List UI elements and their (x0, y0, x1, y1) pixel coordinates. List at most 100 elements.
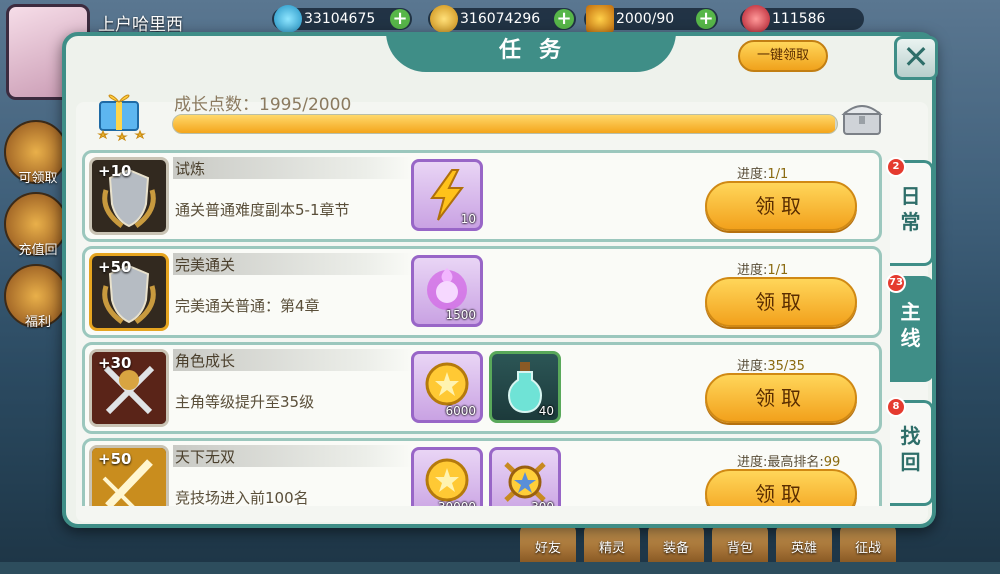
reward-count: 300 (531, 500, 554, 506)
gold-coin-icon (430, 5, 458, 33)
claim-button[interactable]: 领取 (705, 277, 857, 327)
progress-value: 1/1 (767, 263, 789, 278)
gold-value: 316074296 (460, 11, 541, 27)
recharge-button[interactable]: 充值回 (4, 192, 68, 258)
task-row: +50 天下无双 竞技场进入前100名 30000 300 进度:最高排名:99… (82, 438, 882, 506)
golden-sword-icon: +50 (89, 445, 169, 506)
gift-box-icon (97, 94, 146, 142)
energy-counter: 2000/90 + (584, 5, 718, 33)
reward-item[interactable]: 40 (489, 351, 561, 423)
add-gold-button[interactable]: + (554, 9, 574, 29)
dialog-title: 任务 (498, 38, 579, 63)
growth-value: 1995/2000 (259, 95, 352, 115)
task-description: 竞技场进入前100名 (175, 489, 309, 506)
growth-progress-fill (173, 115, 836, 133)
shield-emblem-icon: +50 (89, 253, 169, 331)
diamond-value: 33104675 (304, 11, 376, 27)
task-name: 天下无双 (175, 448, 236, 466)
gold-coin-icon (425, 458, 469, 502)
growth-label: 成长点数： (174, 95, 259, 115)
ruby-icon (742, 5, 770, 33)
reward-count: 6000 (445, 404, 476, 418)
claimable-label: 可领取 (18, 171, 58, 186)
reward-item[interactable]: 1500 (411, 255, 483, 327)
reward-item[interactable]: 300 (489, 447, 561, 506)
growth-points: 成长点数：1995/2000 (174, 90, 351, 115)
add-diamond-button[interactable]: + (390, 9, 410, 29)
heroes-button[interactable]: 英雄 (776, 524, 832, 562)
gem-counter: 111586 (740, 5, 864, 33)
reward-count: 30000 (438, 500, 476, 506)
gold-counter: 316074296 + (428, 5, 576, 33)
progress-value: 99 (823, 455, 841, 470)
task-progress: 进度:1/1 (737, 163, 788, 182)
task-points: +50 (98, 258, 132, 276)
tab-daily-label: 日常 (900, 184, 921, 234)
task-description: 通关普通难度副本5-1章节 (175, 201, 350, 219)
arena-medal-icon (504, 462, 546, 502)
task-dialog: 任务 一键领取 ✕ 成长点数：1995/2000 2 日常 73 主线 8 找回… (62, 32, 938, 528)
tab-main[interactable]: 73 主线 (886, 273, 934, 382)
recharge-label: 充值回 (18, 243, 58, 258)
recover-badge: 8 (886, 397, 906, 417)
reward-item[interactable]: 30000 (411, 447, 483, 506)
friends-button[interactable]: 好友 (520, 524, 576, 562)
task-progress: 进度:35/35 (737, 355, 805, 374)
task-progress: 进度:1/1 (737, 259, 788, 278)
reward-count: 1500 (445, 308, 476, 322)
bag-button[interactable]: 背包 (712, 524, 768, 562)
bottom-nav: 好友 精灵 装备 背包 英雄 征战 (520, 522, 1000, 562)
reward-count: 40 (538, 404, 554, 418)
task-name: 试炼 (175, 160, 206, 178)
equipment-button[interactable]: 装备 (648, 524, 704, 562)
task-name: 完美通关 (175, 256, 236, 274)
welfare-label: 福利 (24, 315, 51, 330)
task-description: 主角等级提升至35级 (175, 393, 315, 411)
left-side-menu: 可领取 充值回 福利 (4, 120, 68, 336)
progress-label: 进度:最高排名: (737, 455, 824, 470)
growth-progress-bar (172, 114, 838, 134)
energy-value: 2000/90 (616, 11, 675, 27)
tab-main-label: 主线 (900, 300, 921, 350)
task-points: +50 (98, 450, 132, 468)
task-description: 完美通关普通：第4章 (175, 297, 320, 315)
one-key-claim-button[interactable]: 一键领取 (738, 40, 828, 72)
campaign-button[interactable]: 征战 (840, 524, 896, 562)
tab-recover-label: 找回 (900, 424, 921, 474)
reward-count: 10 (460, 212, 476, 226)
task-points: +10 (98, 162, 132, 180)
close-icon[interactable]: ✕ (894, 36, 938, 80)
task-points: +30 (98, 354, 132, 372)
progress-label: 进度: (737, 263, 768, 278)
energy-bolt-icon (586, 5, 614, 33)
crossed-swords-icon: +30 (89, 349, 169, 427)
diamond-counter: 33104675 + (272, 5, 412, 33)
progress-value: 1/1 (767, 167, 789, 182)
spirit-button[interactable]: 精灵 (584, 524, 640, 562)
progress-value: 35/35 (767, 359, 805, 374)
add-energy-button[interactable]: + (696, 9, 716, 29)
claim-button[interactable]: 领取 (705, 469, 857, 506)
title-tab: 任务 (386, 32, 676, 72)
reward-item[interactable]: 6000 (411, 351, 483, 423)
claim-button[interactable]: 领取 (705, 181, 857, 231)
welfare-button[interactable]: 福利 (4, 264, 68, 330)
claim-button[interactable]: 领取 (705, 373, 857, 423)
tab-daily[interactable]: 2 日常 (886, 157, 934, 266)
progress-label: 进度: (737, 167, 768, 182)
task-progress: 进度:最高排名:99 (737, 451, 840, 470)
tab-recover[interactable]: 8 找回 (886, 397, 934, 506)
gem-value: 111586 (772, 11, 826, 27)
name-band (173, 157, 413, 179)
task-row: +50 完美通关 完美通关普通：第4章 1500 进度:1/1 领取 (82, 246, 882, 338)
reward-chest-icon[interactable] (838, 98, 886, 138)
task-row: +30 角色成长 主角等级提升至35级 6000 40 进度:35/35 领取 (82, 342, 882, 434)
shield-emblem-icon: +10 (89, 157, 169, 235)
task-row: +10 试炼 通关普通难度副本5-1章节 10 进度:1/1 领取 (82, 150, 882, 242)
progress-label: 进度: (737, 359, 768, 374)
diamond-icon (274, 5, 302, 33)
task-list[interactable]: +10 试炼 通关普通难度副本5-1章节 10 进度:1/1 领取 +50 完美… (82, 150, 886, 506)
claimable-button[interactable]: 可领取 (4, 120, 68, 186)
task-name: 角色成长 (175, 352, 236, 370)
reward-item[interactable]: 10 (411, 159, 483, 231)
